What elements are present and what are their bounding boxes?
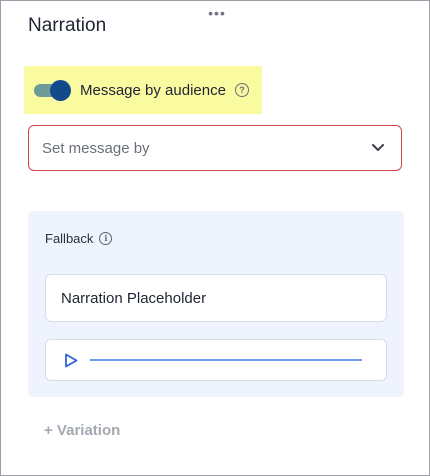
fallback-label: Fallback bbox=[45, 231, 94, 246]
audience-toggle-switch[interactable] bbox=[34, 80, 71, 101]
audience-toggle-row: Message by audience ? bbox=[24, 66, 262, 114]
panel-title: Narration bbox=[28, 15, 107, 36]
audio-player bbox=[45, 339, 387, 381]
play-icon[interactable] bbox=[64, 353, 78, 368]
select-placeholder: Set message by bbox=[42, 139, 150, 157]
info-icon[interactable]: i bbox=[99, 232, 113, 245]
switch-knob bbox=[50, 80, 71, 101]
drag-handle-icon[interactable]: ••• bbox=[207, 6, 227, 20]
fallback-header: Fallback i bbox=[45, 231, 113, 246]
audience-toggle-label: Message by audience bbox=[80, 81, 226, 99]
add-variation-button[interactable]: + Variation bbox=[44, 422, 120, 439]
audio-progress-track[interactable] bbox=[90, 359, 362, 361]
set-message-by-select[interactable]: Set message by bbox=[28, 125, 402, 171]
fallback-card: Fallback i Narration Placeholder bbox=[28, 211, 404, 397]
help-icon[interactable]: ? bbox=[234, 83, 249, 97]
narration-panel: ••• Narration Message by audience ? Set … bbox=[0, 0, 430, 476]
chevron-down-icon bbox=[372, 144, 384, 151]
narration-text-value: Narration Placeholder bbox=[61, 289, 207, 307]
narration-text-field[interactable]: Narration Placeholder bbox=[45, 274, 387, 322]
